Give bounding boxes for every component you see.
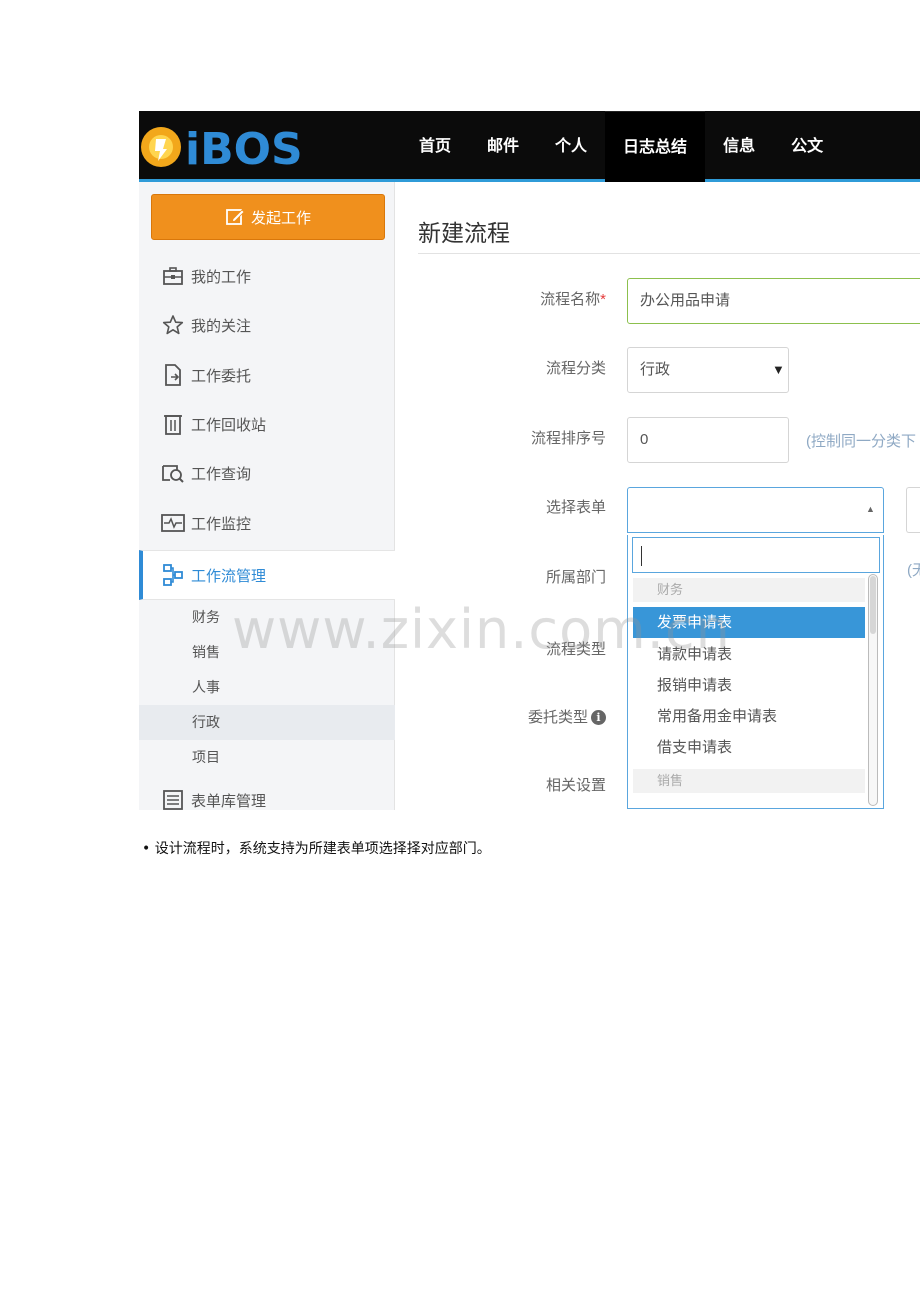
flow-name-input[interactable]: 办公用品申请 — [627, 278, 920, 324]
dropdown-scrollbar[interactable] — [868, 574, 878, 806]
search-doc-icon — [161, 461, 185, 485]
dropdown-option[interactable]: 借支申请表 — [633, 732, 865, 763]
department-label: 所属部门 — [545, 569, 606, 586]
sidebar-item-label: 工作委托 — [191, 367, 252, 385]
flow-order-label: 流程排序号 — [530, 430, 606, 447]
flow-category-label: 流程分类 — [545, 360, 606, 377]
info-icon[interactable]: i — [591, 710, 606, 725]
star-icon — [161, 313, 185, 337]
related-settings-label: 相关设置 — [545, 777, 606, 794]
sidebar-item-label: 我的关注 — [191, 317, 252, 335]
caret-up-icon: ▲ — [866, 504, 875, 514]
dropdown-search-input[interactable] — [632, 537, 880, 573]
watermark: www.zixin.com.cn — [232, 598, 731, 661]
sidebar-subitem-project[interactable]: 项目 — [139, 740, 395, 775]
briefcase-icon — [161, 264, 185, 288]
sidebar-item-delegate[interactable]: 工作委托 — [139, 353, 395, 397]
nav-log-summary[interactable]: 日志总结 — [605, 111, 706, 182]
edit-icon — [226, 209, 245, 225]
sidebar-item-label: 工作回收站 — [191, 416, 267, 434]
sidebar-item-label: 表单库管理 — [191, 792, 267, 810]
dropdown-option[interactable]: 常用备用金申请表 — [633, 701, 865, 732]
sidebar-item-label: 工作监控 — [191, 515, 252, 533]
main-nav: 首页 邮件 个人 日志总结 信息 公文 — [401, 111, 841, 182]
nav-messages[interactable]: 信息 — [705, 111, 773, 182]
sidebar-item-label: 工作流管理 — [191, 567, 267, 585]
flow-icon — [161, 563, 185, 587]
nav-mail[interactable]: 邮件 — [469, 111, 537, 182]
monitor-icon — [161, 511, 185, 535]
flow-name-label: 流程名称* — [540, 291, 606, 308]
form-preview-button[interactable] — [906, 487, 920, 533]
logo-wordmark: iBOS — [185, 124, 303, 175]
form-list-icon — [161, 788, 185, 810]
document-export-icon — [161, 363, 185, 387]
flow-order-hint: (控制同一分类下 — [806, 433, 916, 450]
delegate-type-label: 委托类型 i — [396, 706, 606, 727]
sidebar-item-my-follow[interactable]: 我的关注 — [139, 303, 395, 347]
nav-documents[interactable]: 公文 — [773, 111, 841, 182]
main-content: 新建流程 流程名称* 办公用品申请 流程分类 行政 ▼ 流程排序号 0 (控制同… — [396, 182, 920, 810]
form-select-dropdown: 财务 发票申请表 请款申请表 报销申请表 常用备用金申请表 借支申请表 销售 — [627, 535, 884, 809]
trash-icon — [161, 412, 185, 436]
sidebar-item-workflow-manage[interactable]: 工作流管理 — [139, 550, 395, 600]
select-form-trigger[interactable] — [627, 487, 884, 533]
sidebar-item-query[interactable]: 工作查询 — [139, 451, 395, 495]
sidebar-item-label: 我的工作 — [191, 268, 252, 286]
title-divider — [418, 253, 920, 254]
sidebar-subitem-admin[interactable]: 行政 — [139, 705, 395, 740]
sidebar-subitem-hr[interactable]: 人事 — [139, 670, 395, 705]
flow-category-select[interactable]: 行政 — [627, 347, 789, 393]
sidebar-item-my-work[interactable]: 我的工作 — [139, 254, 395, 298]
flow-order-input[interactable]: 0 — [627, 417, 789, 463]
sidebar-item-monitor[interactable]: 工作监控 — [139, 501, 395, 545]
nav-personal[interactable]: 个人 — [537, 111, 605, 182]
sidebar-item-recycle-bin[interactable]: 工作回收站 — [139, 402, 395, 446]
dropdown-option[interactable]: 报销申请表 — [633, 670, 865, 701]
start-work-button[interactable]: 发起工作 — [151, 194, 385, 240]
ibos-logo[interactable]: iBOS — [139, 117, 309, 175]
scrollbar-thumb[interactable] — [870, 576, 876, 634]
nav-home[interactable]: 首页 — [401, 111, 469, 182]
dropdown-group-sales: 销售 — [633, 769, 865, 793]
page-title: 新建流程 — [418, 220, 510, 246]
caret-down-icon: ▼ — [772, 362, 785, 377]
app-window: iBOS 首页 邮件 个人 日志总结 信息 公文 发起工作 我的工作 我的关注 … — [139, 111, 920, 810]
sidebar-item-form-library[interactable]: 表单库管理 — [139, 778, 395, 810]
sidebar-item-label: 工作查询 — [191, 465, 252, 483]
start-work-label: 发起工作 — [250, 209, 311, 227]
top-navbar: iBOS 首页 邮件 个人 日志总结 信息 公文 — [139, 111, 920, 182]
caption-text: • 设计流程时，系统支持为所建表单项选择择对应部门。 — [142, 841, 491, 857]
logo-mark-icon: iBOS — [141, 124, 303, 175]
required-mark: * — [600, 291, 606, 308]
department-hint: (无 — [907, 562, 920, 579]
sidebar: 发起工作 我的工作 我的关注 工作委托 工作回收站 工作查询 工作监控 工作流管… — [139, 182, 395, 810]
text-cursor — [641, 546, 642, 566]
select-form-label: 选择表单 — [545, 499, 606, 516]
